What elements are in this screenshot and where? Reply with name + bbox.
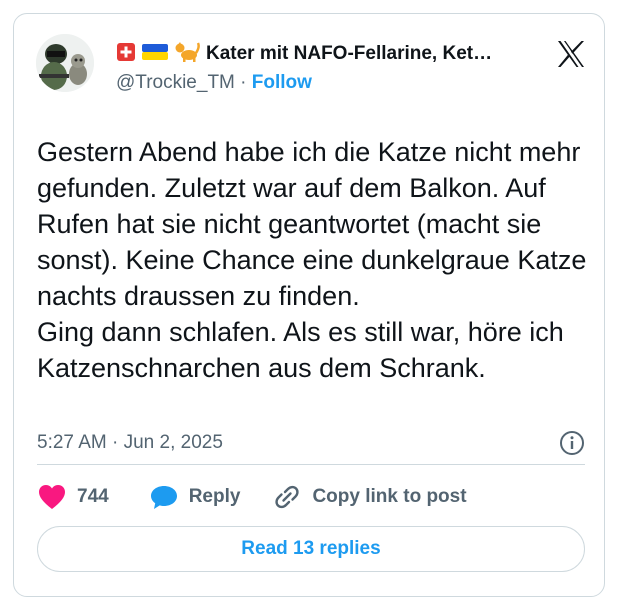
tweet-timestamp[interactable]: 5:27 AM · Jun 2, 2025: [37, 432, 223, 454]
tweet-meta: 5:27 AM · Jun 2, 2025: [37, 426, 585, 460]
info-icon[interactable]: [559, 430, 585, 456]
action-bar: 744 Reply Copy link to post: [37, 479, 499, 515]
divider: [37, 464, 585, 465]
author-handle-row: @Trockie_TM · Follow: [116, 72, 312, 94]
follow-button[interactable]: Follow: [252, 72, 312, 93]
copy-link-button[interactable]: Copy link to post: [272, 483, 467, 511]
like-count: 744: [77, 486, 109, 507]
cat-icon: [174, 41, 200, 68]
reply-button[interactable]: Reply: [149, 483, 241, 511]
ukraine-flag-icon: [142, 42, 168, 67]
swiss-flag-icon: [116, 42, 136, 67]
link-icon: [275, 485, 300, 509]
author-name-row[interactable]: Kater mit NAFO-Fellarine, Ket…: [116, 41, 492, 67]
copy-link-label: Copy link to post: [312, 486, 467, 507]
tweet-paragraph: Ging dann schlafen. Als es still war, hö…: [37, 317, 564, 383]
avatar-image: [36, 34, 94, 92]
read-replies-label: Read 13 replies: [241, 538, 381, 559]
read-replies-button[interactable]: Read 13 replies: [37, 526, 585, 572]
author-avatar[interactable]: [36, 34, 94, 92]
heart-icon: [39, 485, 65, 509]
author-display-name: Kater mit NAFO-Fellarine, Ket…: [206, 43, 493, 64]
reply-bubble-icon: [150, 486, 177, 509]
tweet-text: Gestern Abend habe ich die Katze nicht m…: [37, 134, 597, 386]
like-button[interactable]: 744: [37, 483, 109, 511]
handle-separator: ·: [240, 72, 247, 93]
tweet-paragraph: Gestern Abend habe ich die Katze nicht m…: [37, 137, 587, 311]
reply-label: Reply: [188, 486, 241, 507]
tweet-card: Kater mit NAFO-Fellarine, Ket… @Trockie_…: [13, 13, 605, 597]
tweet-header: Kater mit NAFO-Fellarine, Ket… @Trockie_…: [36, 34, 584, 94]
author-handle[interactable]: @Trockie_TM: [116, 72, 235, 93]
x-logo-icon[interactable]: [556, 39, 586, 69]
